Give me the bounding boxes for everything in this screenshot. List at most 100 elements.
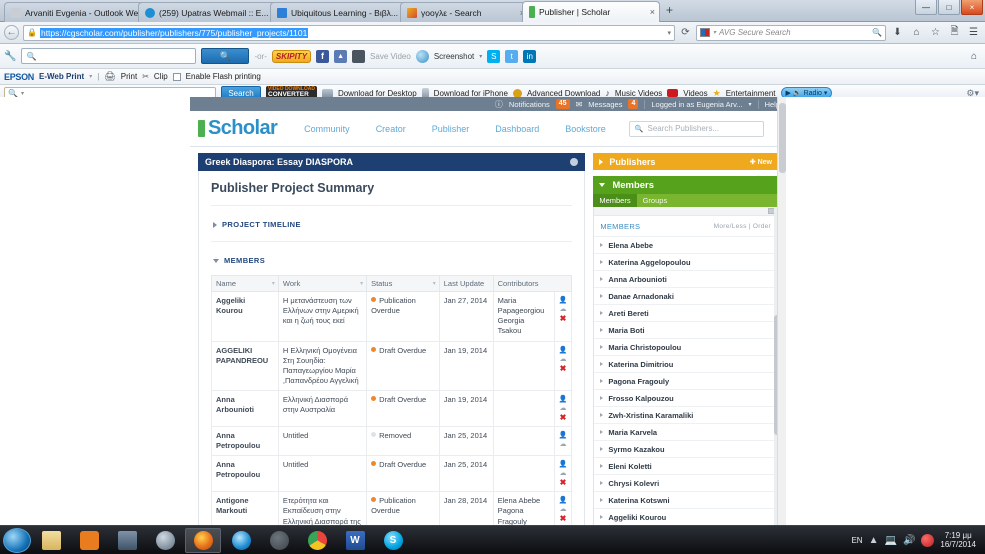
taskbar-item-skype[interactable]: S <box>375 528 411 553</box>
nav-dashboard[interactable]: Dashboard <box>482 124 552 134</box>
eweb-print-label[interactable]: E-Web Print <box>39 72 84 81</box>
person-icon[interactable]: 👤 <box>559 496 568 505</box>
list-item[interactable]: Maria Karvela <box>594 423 777 440</box>
delete-icon[interactable]: ✖ <box>559 364 568 373</box>
table-row[interactable]: Aggeliki Kourou Η μετανάστευση των Ελλήν… <box>211 291 573 342</box>
new-tab-button[interactable]: + <box>666 3 673 17</box>
person-icon[interactable]: 👤 <box>559 395 568 404</box>
cloud-icon[interactable]: ☁ <box>559 355 568 364</box>
volume-icon[interactable]: 🔊 <box>793 89 802 97</box>
messages-icon[interactable]: ✉ <box>576 100 583 109</box>
cloud-icon[interactable]: ☁ <box>559 305 568 314</box>
panel-resize-handle[interactable] <box>594 207 777 216</box>
back-button[interactable]: ← <box>4 25 19 40</box>
camera-icon[interactable] <box>352 49 366 63</box>
enable-flash-checkbox[interactable] <box>172 72 181 81</box>
list-item[interactable]: Frosso Kalpouzou <box>594 389 777 406</box>
chevron-down-icon[interactable]: ▾ <box>21 90 24 97</box>
facebook-icon[interactable]: f <box>316 49 330 63</box>
cloud-icon[interactable]: ☁ <box>559 404 568 413</box>
col-last-update[interactable]: Last Update <box>438 275 494 292</box>
notifications-icon[interactable]: ⓘ <box>495 99 503 110</box>
tab-groups[interactable]: Groups <box>637 194 674 207</box>
print-label[interactable]: Print <box>121 72 137 81</box>
list-item[interactable]: Chrysi Kolevri <box>594 474 777 491</box>
thumbs-up-icon[interactable]: ▲ <box>334 49 348 63</box>
star-icon[interactable]: ☆ <box>928 27 943 38</box>
table-row[interactable]: Antigone Markouti Ετερότητα και Εκπαίδευ… <box>211 491 573 525</box>
col-contributors[interactable]: Contributors <box>492 275 573 292</box>
windows-start-icon[interactable] <box>3 527 31 553</box>
cloud-icon[interactable]: ☁ <box>559 469 568 478</box>
taskbar-item-chrome[interactable] <box>299 528 335 553</box>
tab-close-icon[interactable]: × <box>648 7 655 17</box>
list-item[interactable]: Danae Arnadonaki <box>594 287 777 304</box>
taskbar-item-media-player[interactable] <box>71 528 107 553</box>
nav-community[interactable]: Community <box>291 124 363 134</box>
publisher-search-input[interactable]: 🔍 Search Publishers... <box>628 120 764 137</box>
table-row[interactable]: AGGELIKI PAPANDREOU Η Ελληνική Ομογένεια… <box>211 340 573 391</box>
table-row[interactable]: Anna Arbounioti Ελληνική Διασπορά στην Α… <box>211 390 573 427</box>
list-item[interactable]: Katerina Kotswni <box>594 491 777 508</box>
chevron-down-icon[interactable]: ▾ <box>479 53 482 60</box>
delete-icon[interactable]: ✖ <box>559 478 568 487</box>
home-icon[interactable]: ⌂ <box>909 27 924 38</box>
publishers-new-button[interactable]: ✚ New <box>750 158 772 166</box>
maximize-button[interactable]: □ <box>938 0 960 15</box>
list-item[interactable]: Anna Arbounioti <box>594 270 777 287</box>
home-icon[interactable]: ⌂ <box>971 51 981 62</box>
save-video-label[interactable]: Save Video <box>370 52 411 61</box>
list-item[interactable]: Katerina Aggelopoulou <box>594 253 777 270</box>
wrench-icon[interactable]: 🔧 <box>4 51 16 62</box>
delete-icon[interactable]: ✖ <box>559 314 568 323</box>
sort-icon[interactable]: ▾ <box>360 280 363 287</box>
nav-publisher[interactable]: Publisher <box>419 124 483 134</box>
cloud-icon[interactable]: ☁ <box>559 440 568 449</box>
scholar-logo[interactable]: Scholar <box>208 117 278 140</box>
cloud-icon[interactable]: ☁ <box>559 505 568 514</box>
reload-icon[interactable]: ⟳ <box>679 27 692 38</box>
taskbar-item-internet-explorer[interactable] <box>223 528 259 553</box>
chevron-down-icon[interactable]: ▾ <box>749 101 752 108</box>
printer-icon[interactable]: 🖨 <box>104 71 115 82</box>
language-indicator[interactable]: EN <box>851 536 862 545</box>
screenshot-icon[interactable] <box>415 49 429 63</box>
list-item[interactable]: Maria Boti <box>594 321 777 338</box>
chevron-down-icon[interactable]: ▾ <box>667 29 671 37</box>
section-project-timeline[interactable]: PROJECT TIMELINE <box>211 206 573 242</box>
delete-icon[interactable]: ✖ <box>559 413 568 422</box>
screenshot-label[interactable]: Screenshot <box>434 52 474 61</box>
person-icon[interactable]: 👤 <box>559 460 568 469</box>
browser-tab-5-active[interactable]: Publisher | Scholar × <box>522 1 660 22</box>
download-icon[interactable]: ⬇ <box>890 27 905 38</box>
list-item[interactable]: Aggeliki Kourou <box>594 508 777 525</box>
section-members[interactable]: MEMBERS <box>211 242 572 267</box>
nav-bookstore[interactable]: Bookstore <box>552 124 619 134</box>
chevron-down-icon[interactable]: ▾ <box>713 29 716 36</box>
table-row[interactable]: Anna Petropoulou Untitled Draft Overdue … <box>211 455 573 493</box>
clock[interactable]: 7:19 μμ 16/7/2014 <box>940 531 976 549</box>
clip-label[interactable]: Clip <box>154 72 168 81</box>
chevron-down-icon[interactable]: ▾ <box>824 89 828 97</box>
skype-icon[interactable]: S <box>487 49 501 63</box>
list-item[interactable]: Elena Abebe <box>594 236 777 253</box>
taskbar-item-app[interactable] <box>261 528 297 553</box>
addon-search-button[interactable]: 🔍 <box>201 48 250 64</box>
tab-members[interactable]: Members <box>593 194 637 207</box>
taskbar-item-firefox[interactable] <box>185 527 221 553</box>
volume-icon[interactable]: 🔊 <box>903 535 915 546</box>
list-item[interactable]: Eleni Koletti <box>594 457 777 474</box>
reader-icon[interactable]: 🗎 <box>947 24 962 41</box>
sort-icon[interactable]: ▾ <box>433 280 436 287</box>
list-item[interactable]: Zwh-Xristina Karamaliki <box>594 406 777 423</box>
taskbar-item-explorer[interactable] <box>33 528 69 553</box>
list-item[interactable]: Pagona Fragouly <box>594 372 777 389</box>
person-icon[interactable]: 👤 <box>559 296 568 305</box>
sort-icon[interactable]: ▾ <box>272 280 275 287</box>
linkedin-icon[interactable]: in <box>523 49 537 63</box>
clip-icon[interactable]: ✂ <box>142 72 149 81</box>
col-status[interactable]: Status ▾ <box>366 275 440 292</box>
twitter-icon[interactable]: t <box>505 49 519 63</box>
list-item[interactable]: Syrmo Kazakou <box>594 440 777 457</box>
person-icon[interactable]: 👤 <box>559 346 568 355</box>
